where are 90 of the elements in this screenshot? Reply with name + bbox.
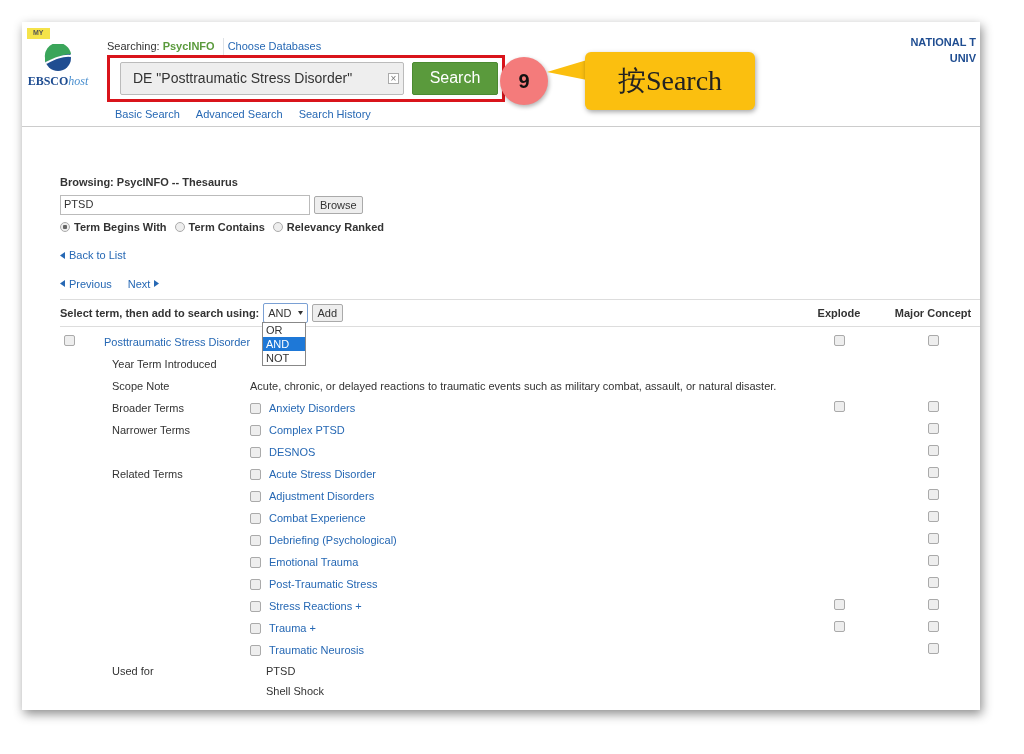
major-concept-checkbox[interactable] xyxy=(927,510,939,522)
nav-link[interactable]: Search History xyxy=(298,105,371,122)
caret-down-icon xyxy=(297,309,303,317)
radio-button[interactable] xyxy=(60,221,70,232)
callout-text: 按Search xyxy=(585,52,755,110)
browse-button[interactable]: Browse xyxy=(314,195,363,214)
major-concept-checkbox[interactable] xyxy=(927,334,939,346)
institution-name: NATIONAL T UNIV xyxy=(910,35,976,66)
term-link[interactable]: Traumatic Neurosis xyxy=(269,641,364,659)
term-checkbox[interactable] xyxy=(250,578,261,590)
dropdown-option[interactable]: AND xyxy=(263,337,305,351)
term-checkbox[interactable] xyxy=(250,600,261,612)
scope-note: Acute, chronic, or delayed reactions to traumatic events such as military combat, assault, or natural disaster. xyxy=(250,379,777,392)
radio-button[interactable] xyxy=(174,221,185,232)
term-checkbox[interactable] xyxy=(250,424,261,436)
browse-value: PTSD xyxy=(64,197,94,213)
term-checkbox[interactable] xyxy=(250,468,261,480)
term-checkbox[interactable] xyxy=(250,446,261,458)
term-checkbox[interactable] xyxy=(250,644,261,656)
previous-link[interactable]: Previous xyxy=(69,275,112,292)
searching-label: Searching: PsycINFO xyxy=(107,39,215,54)
major-concept-checkbox[interactable] xyxy=(927,488,939,500)
major-concept-checkbox[interactable] xyxy=(927,576,939,588)
nav-link[interactable]: Advanced Search xyxy=(195,105,283,122)
search-field[interactable]: DE "Posttraumatic Stress Disorder" × xyxy=(120,61,404,95)
term-link[interactable]: Post-Traumatic Stress xyxy=(269,575,378,593)
detail-label: Year Term Introduced xyxy=(112,357,217,370)
term-checkbox[interactable] xyxy=(250,402,261,414)
choose-databases-link[interactable]: Choose Databases xyxy=(222,38,322,55)
term-checkbox[interactable] xyxy=(250,534,261,546)
term-link[interactable]: Anxiety Disorders xyxy=(269,399,356,417)
term-link[interactable]: Posttraumatic Stress Disorder xyxy=(104,335,251,348)
detail-label: Broader Terms xyxy=(112,401,184,414)
browse-title: Browsing: PsycINFO -- Thesaurus xyxy=(60,175,239,190)
major-concept-checkbox[interactable] xyxy=(927,466,939,478)
detail-label: Related Terms xyxy=(112,467,183,480)
logo-text: EBSCOhost xyxy=(26,73,90,90)
add-button[interactable]: Add xyxy=(311,304,344,322)
term-link[interactable]: Adjustment Disorders xyxy=(269,487,375,505)
back-link[interactable]: Back to List xyxy=(69,247,126,264)
explode-checkbox[interactable] xyxy=(833,620,845,632)
explode-checkbox[interactable] xyxy=(833,400,845,412)
detail-label: Used for xyxy=(112,664,154,677)
search-value: DE "Posttraumatic Stress Disorder" xyxy=(133,68,353,88)
term-checkbox[interactable] xyxy=(250,490,261,502)
major-concept-checkbox[interactable] xyxy=(927,554,939,566)
term-link[interactable]: Stress Reactions + xyxy=(269,597,362,615)
term-link[interactable]: DESNOS xyxy=(269,443,316,461)
term-link[interactable]: Trauma + xyxy=(269,619,316,637)
term-checkbox[interactable] xyxy=(250,622,261,634)
logo-icon xyxy=(44,44,72,72)
term-checkbox[interactable] xyxy=(64,334,75,346)
dropdown-option[interactable]: NOT xyxy=(263,351,305,365)
used-for-term: PTSD xyxy=(266,664,296,677)
term-link[interactable]: Acute Stress Disorder xyxy=(269,465,376,483)
major-concept-checkbox[interactable] xyxy=(927,422,939,434)
column-header: Explode xyxy=(816,305,862,321)
major-concept-checkbox[interactable] xyxy=(927,400,939,412)
step-number: 9 xyxy=(500,57,548,105)
explode-checkbox[interactable] xyxy=(833,334,845,346)
search-button[interactable]: Search xyxy=(412,61,498,95)
major-concept-checkbox[interactable] xyxy=(927,620,939,632)
caret-left-icon xyxy=(60,251,65,259)
caret-left-icon xyxy=(60,280,65,288)
browse-field[interactable]: PTSD xyxy=(60,194,310,215)
major-concept-checkbox[interactable] xyxy=(927,598,939,610)
term-link[interactable]: Complex PTSD xyxy=(269,421,345,439)
term-link[interactable]: Debriefing (Psychological) xyxy=(269,531,397,549)
next-link[interactable]: Next xyxy=(127,275,151,292)
nav-link[interactable]: Basic Search xyxy=(115,105,180,122)
term-checkbox[interactable] xyxy=(250,556,261,568)
radio-button[interactable] xyxy=(272,221,283,232)
caret-right-icon xyxy=(154,280,160,288)
major-concept-checkbox[interactable] xyxy=(927,444,939,456)
term-link[interactable]: Combat Experience xyxy=(269,509,366,527)
detail-label: Scope Note xyxy=(112,379,170,392)
radio-label: Relevancy Ranked xyxy=(286,219,384,235)
radio-label: Term Contains xyxy=(188,219,265,235)
major-concept-checkbox[interactable] xyxy=(927,532,939,544)
term-link[interactable]: Emotional Trauma xyxy=(269,553,359,571)
add-instruction: Select term, then add to search using: xyxy=(60,305,260,321)
major-concept-checkbox[interactable] xyxy=(927,642,939,654)
detail-label: Narrower Terms xyxy=(112,423,191,436)
used-for-term: Shell Shock xyxy=(266,684,325,697)
column-header: Major Concept xyxy=(893,305,973,321)
dropdown-option[interactable]: OR xyxy=(263,323,305,337)
clear-button[interactable]: × xyxy=(388,72,399,84)
explode-checkbox[interactable] xyxy=(833,598,845,610)
radio-label: Term Begins With xyxy=(74,219,167,235)
term-checkbox[interactable] xyxy=(250,512,261,524)
